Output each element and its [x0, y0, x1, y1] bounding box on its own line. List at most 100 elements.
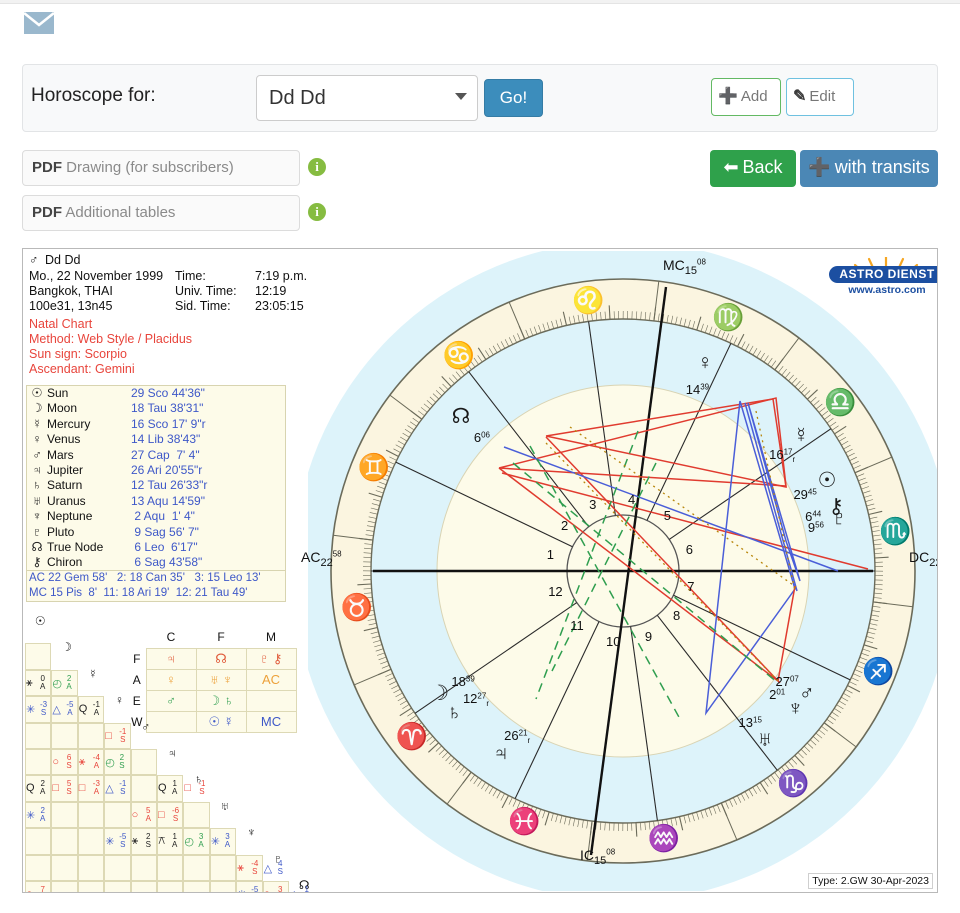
aspect-cell	[77, 854, 105, 881]
sid-time-label: Sid. Time:	[175, 299, 231, 313]
aspect-cell	[25, 749, 52, 776]
element-col-header: C	[166, 630, 176, 645]
element-grid-cell: ♅ ♆	[195, 668, 247, 691]
add-button[interactable]: ➕ Add	[711, 78, 781, 116]
house-number-11: 11	[570, 617, 584, 633]
element-grid-cell: ♃	[145, 647, 197, 670]
aspect-symbol: ✳	[237, 888, 246, 892]
aspect-orb: 7A	[40, 885, 45, 893]
aspect-orb: 5S	[66, 779, 72, 797]
aspect-orb: 1A	[172, 779, 178, 797]
time-value: 7:19 p.m.	[255, 269, 308, 283]
wheel-planet-degree-label: 2621r	[504, 727, 531, 745]
planet-glyph: ♃	[32, 462, 42, 477]
planet-glyph: ☽	[31, 401, 43, 416]
horoscope-wheel: ♓ ♈ ♉ ♊ ♋ ♌ ♍ ♎ ♏ ♐ ♑ ♒ 1 2 3 4 5 6 7 8 9 10 11 12 ☉ 2945 ☽ 1839 ☿…	[301, 251, 937, 891]
planet-glyph: ♀	[32, 432, 42, 447]
chart-date: Mo., 22 November 1999	[29, 269, 164, 283]
aspect-orb: 2S	[145, 832, 151, 850]
planet-glyph: ♇	[32, 524, 42, 539]
planet-glyph: ☿	[32, 416, 42, 431]
aspect-orb: -4 S	[251, 858, 259, 876]
chart-card: ♂ Dd Dd Mo., 22 November 1999 Bangkok, T…	[22, 248, 938, 893]
zodiac-sign-libra-icon: ♎	[824, 386, 857, 417]
cusp-row: MC 15 Pis 8' 11: 18 Ari 19' 12: 21 Tau 4…	[29, 587, 248, 599]
edit-button-label: Edit	[809, 88, 836, 105]
aspect-cell	[51, 828, 78, 855]
planet-name: Pluto	[47, 524, 75, 539]
cusp-row: AC 22 Gem 58' 2: 18 Can 35' 3: 15 Leo 13…	[29, 572, 261, 584]
aspect-symbol: ⚹	[26, 676, 33, 689]
aspect-cell	[104, 854, 131, 881]
chart-gender-icon: ♂	[29, 253, 39, 267]
planet-name: Neptune	[47, 509, 93, 524]
element-grid-cell	[245, 689, 297, 712]
planet-row: ♅ Uranus 13 Aqu 14'59"	[27, 494, 285, 509]
wheel-planet-uranus-icon: ♅	[756, 727, 773, 751]
aspect-cell	[51, 881, 78, 892]
aspect-symbol: △	[290, 888, 298, 892]
aspect-symbol: ✳	[105, 836, 115, 849]
element-grid-cell: ☊	[195, 647, 247, 670]
pdf-tag-2: PDF	[32, 204, 62, 221]
aspect-symbol: △	[263, 862, 273, 875]
with-transits-button[interactable]: ➕ with transits	[800, 150, 938, 187]
chart-footer: Type: 2.GW 30-Apr-2023	[808, 873, 933, 889]
aspect-orb: 3A	[278, 885, 283, 893]
go-button[interactable]: Go!	[484, 79, 543, 117]
zodiac-sign-pisces-icon: ♓	[507, 806, 541, 837]
planet-row: ♃ Jupiter 26 Ari 20'55"r	[27, 463, 285, 478]
planet-name: Mercury	[47, 416, 91, 431]
house-number-1: 1	[546, 547, 555, 563]
wheel-planet-degree-label: 201	[769, 687, 786, 703]
aspect-symbol: ⚹	[237, 861, 244, 874]
aspect-symbol: □	[184, 782, 192, 795]
aspect-orb: 1A	[172, 832, 178, 850]
planet-position: 16 Sco 17' 9"r	[131, 416, 206, 431]
axis-label-ic: IC1508	[580, 847, 616, 867]
house-cusps-box: AC 22 Gem 58' 2: 18 Can 35' 3: 15 Leo 13…	[26, 570, 286, 602]
aspect-cell	[25, 722, 52, 749]
aspect-cell	[130, 854, 157, 881]
house-number-7: 7	[687, 578, 695, 594]
pdf-tables-button[interactable]: PDF Additional tables	[22, 195, 300, 231]
aspect-orb: -5 A	[66, 700, 74, 718]
planet-name: Sun	[47, 386, 69, 400]
planet-position: 12 Tau 26'33"r	[131, 478, 208, 493]
aspect-symbol: Q	[158, 782, 167, 795]
aspect-orb: -1 A	[92, 700, 100, 718]
aspect-diagonal-label: ♃	[167, 746, 177, 760]
element-grid-row: F ♃ ☊ ♇ ⚷	[128, 647, 297, 670]
aspect-orb: -6 S	[172, 805, 180, 823]
element-grid-cell: ♇ ⚷	[245, 647, 297, 670]
zodiac-sign-aquarius-icon: ♒	[647, 823, 681, 854]
aspect-cell	[25, 854, 52, 881]
pdf-drawing-button[interactable]: PDF Drawing (for subscribers)	[22, 150, 300, 186]
mail-icon[interactable]	[24, 12, 54, 34]
aspect-orb: -1 S	[119, 779, 127, 797]
person-select[interactable]: Dd Dd	[256, 75, 478, 121]
wheel-planet-venus-icon: ♀	[697, 350, 713, 374]
aspect-cell	[157, 854, 184, 881]
aspect-orb: -5S	[251, 885, 259, 893]
info-icon[interactable]: i	[308, 158, 326, 176]
wheel-svg	[308, 251, 937, 891]
planet-name: Saturn	[47, 478, 83, 493]
univ-time-label: Univ. Time:	[175, 284, 237, 298]
aspect-orb: -3 S	[40, 700, 48, 718]
planet-name: Uranus	[47, 493, 86, 508]
aspect-symbol: ○	[264, 888, 271, 892]
aspect-symbol: □	[52, 782, 60, 795]
house-number-5: 5	[663, 508, 671, 524]
aspect-cell	[157, 881, 184, 892]
info-icon-2[interactable]: i	[308, 203, 326, 221]
aspect-cell	[77, 801, 105, 829]
element-grid-cell: ♂	[145, 689, 197, 712]
logo-url: www.astro.com	[848, 284, 926, 296]
back-button[interactable]: ⬅ Back	[710, 150, 796, 187]
chevron-down-icon	[455, 93, 467, 100]
planet-glyph: ♄	[32, 478, 42, 493]
aspect-cell	[130, 881, 157, 892]
edit-button[interactable]: ✎ Edit	[786, 78, 854, 116]
planet-position: 13 Aqu 14'59"	[131, 493, 205, 508]
